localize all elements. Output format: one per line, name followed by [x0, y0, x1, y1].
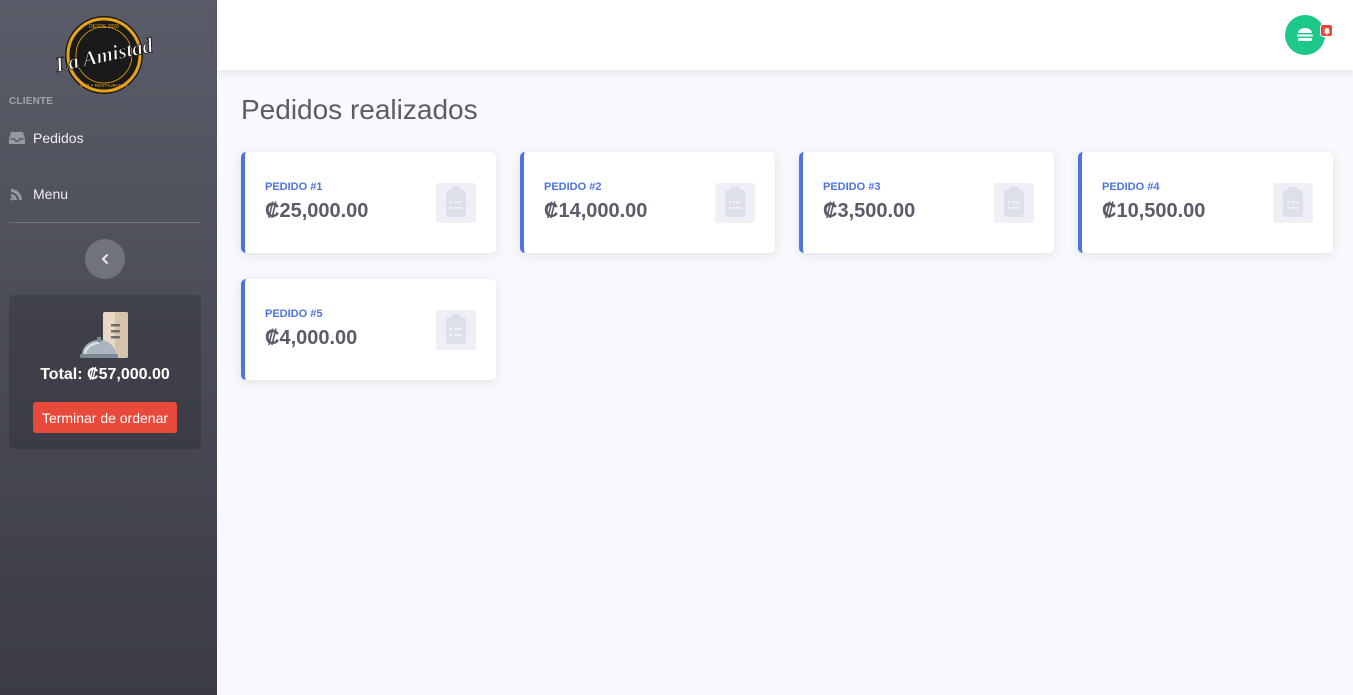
order-label: PEDIDO #4 [1102, 181, 1160, 193]
clipboard-list-icon [715, 183, 755, 223]
sidebar: DESDE 2020 BAR Y RESTAURANTE La Amistad … [0, 0, 217, 695]
service-bell-receipt-icon [80, 312, 128, 358]
sidebar-toggle-button[interactable] [85, 239, 125, 279]
svg-text:DESDE 2020: DESDE 2020 [89, 24, 119, 30]
page-title: Pedidos realizados [241, 94, 478, 125]
topbar [217, 0, 1353, 70]
sidebar-section-label: CLIENTE [9, 96, 54, 107]
clipboard-list-icon [994, 183, 1034, 223]
chevron-left-icon [102, 254, 108, 264]
clipboard-list-icon [436, 183, 476, 223]
user-avatar-button[interactable] [1285, 15, 1325, 55]
clipboard-list-icon [1273, 183, 1313, 223]
order-label: PEDIDO #5 [265, 308, 323, 320]
order-label: PEDIDO #3 [823, 181, 881, 193]
order-amount: ₡4,000.00 [265, 327, 358, 349]
brand-logo[interactable]: DESDE 2020 BAR Y RESTAURANTE La Amistad [46, 14, 164, 96]
order-label: PEDIDO #2 [544, 181, 602, 193]
cart-total: Total: ₡57,000.00 [40, 366, 170, 383]
order-amount: ₡14,000.00 [544, 200, 648, 222]
sidebar-divider [9, 222, 201, 223]
sidebar-item-menu[interactable]: Menu [9, 179, 68, 209]
order-card-1[interactable]: PEDIDO #1 ₡25,000.00 [241, 152, 496, 253]
order-card-4[interactable]: PEDIDO #4 ₡10,500.00 [1078, 152, 1333, 253]
inbox-icon [9, 132, 25, 144]
order-card-2[interactable]: PEDIDO #2 ₡14,000.00 [520, 152, 775, 253]
notification-badge[interactable] [1320, 24, 1333, 37]
utensils-icon [10, 189, 22, 201]
svg-text:BAR Y RESTAURANTE: BAR Y RESTAURANTE [80, 83, 128, 88]
sidebar-item-pedidos[interactable]: Pedidos [9, 123, 84, 153]
bell-icon [1323, 27, 1330, 35]
sidebar-item-label: Pedidos [33, 130, 84, 146]
cart-summary: Total: ₡57,000.00 Terminar de ordenar [9, 295, 201, 449]
order-label: PEDIDO #1 [265, 181, 323, 193]
order-card-3[interactable]: PEDIDO #3 ₡3,500.00 [799, 152, 1054, 253]
order-amount: ₡3,500.00 [823, 200, 916, 222]
order-amount: ₡25,000.00 [265, 200, 369, 222]
order-amount: ₡10,500.00 [1102, 200, 1206, 222]
order-card-5[interactable]: PEDIDO #5 ₡4,000.00 [241, 279, 496, 380]
burger-icon [1297, 28, 1313, 41]
sidebar-item-label: Menu [33, 186, 69, 202]
clipboard-list-icon [436, 310, 476, 350]
finish-order-button[interactable]: Terminar de ordenar [33, 402, 177, 433]
